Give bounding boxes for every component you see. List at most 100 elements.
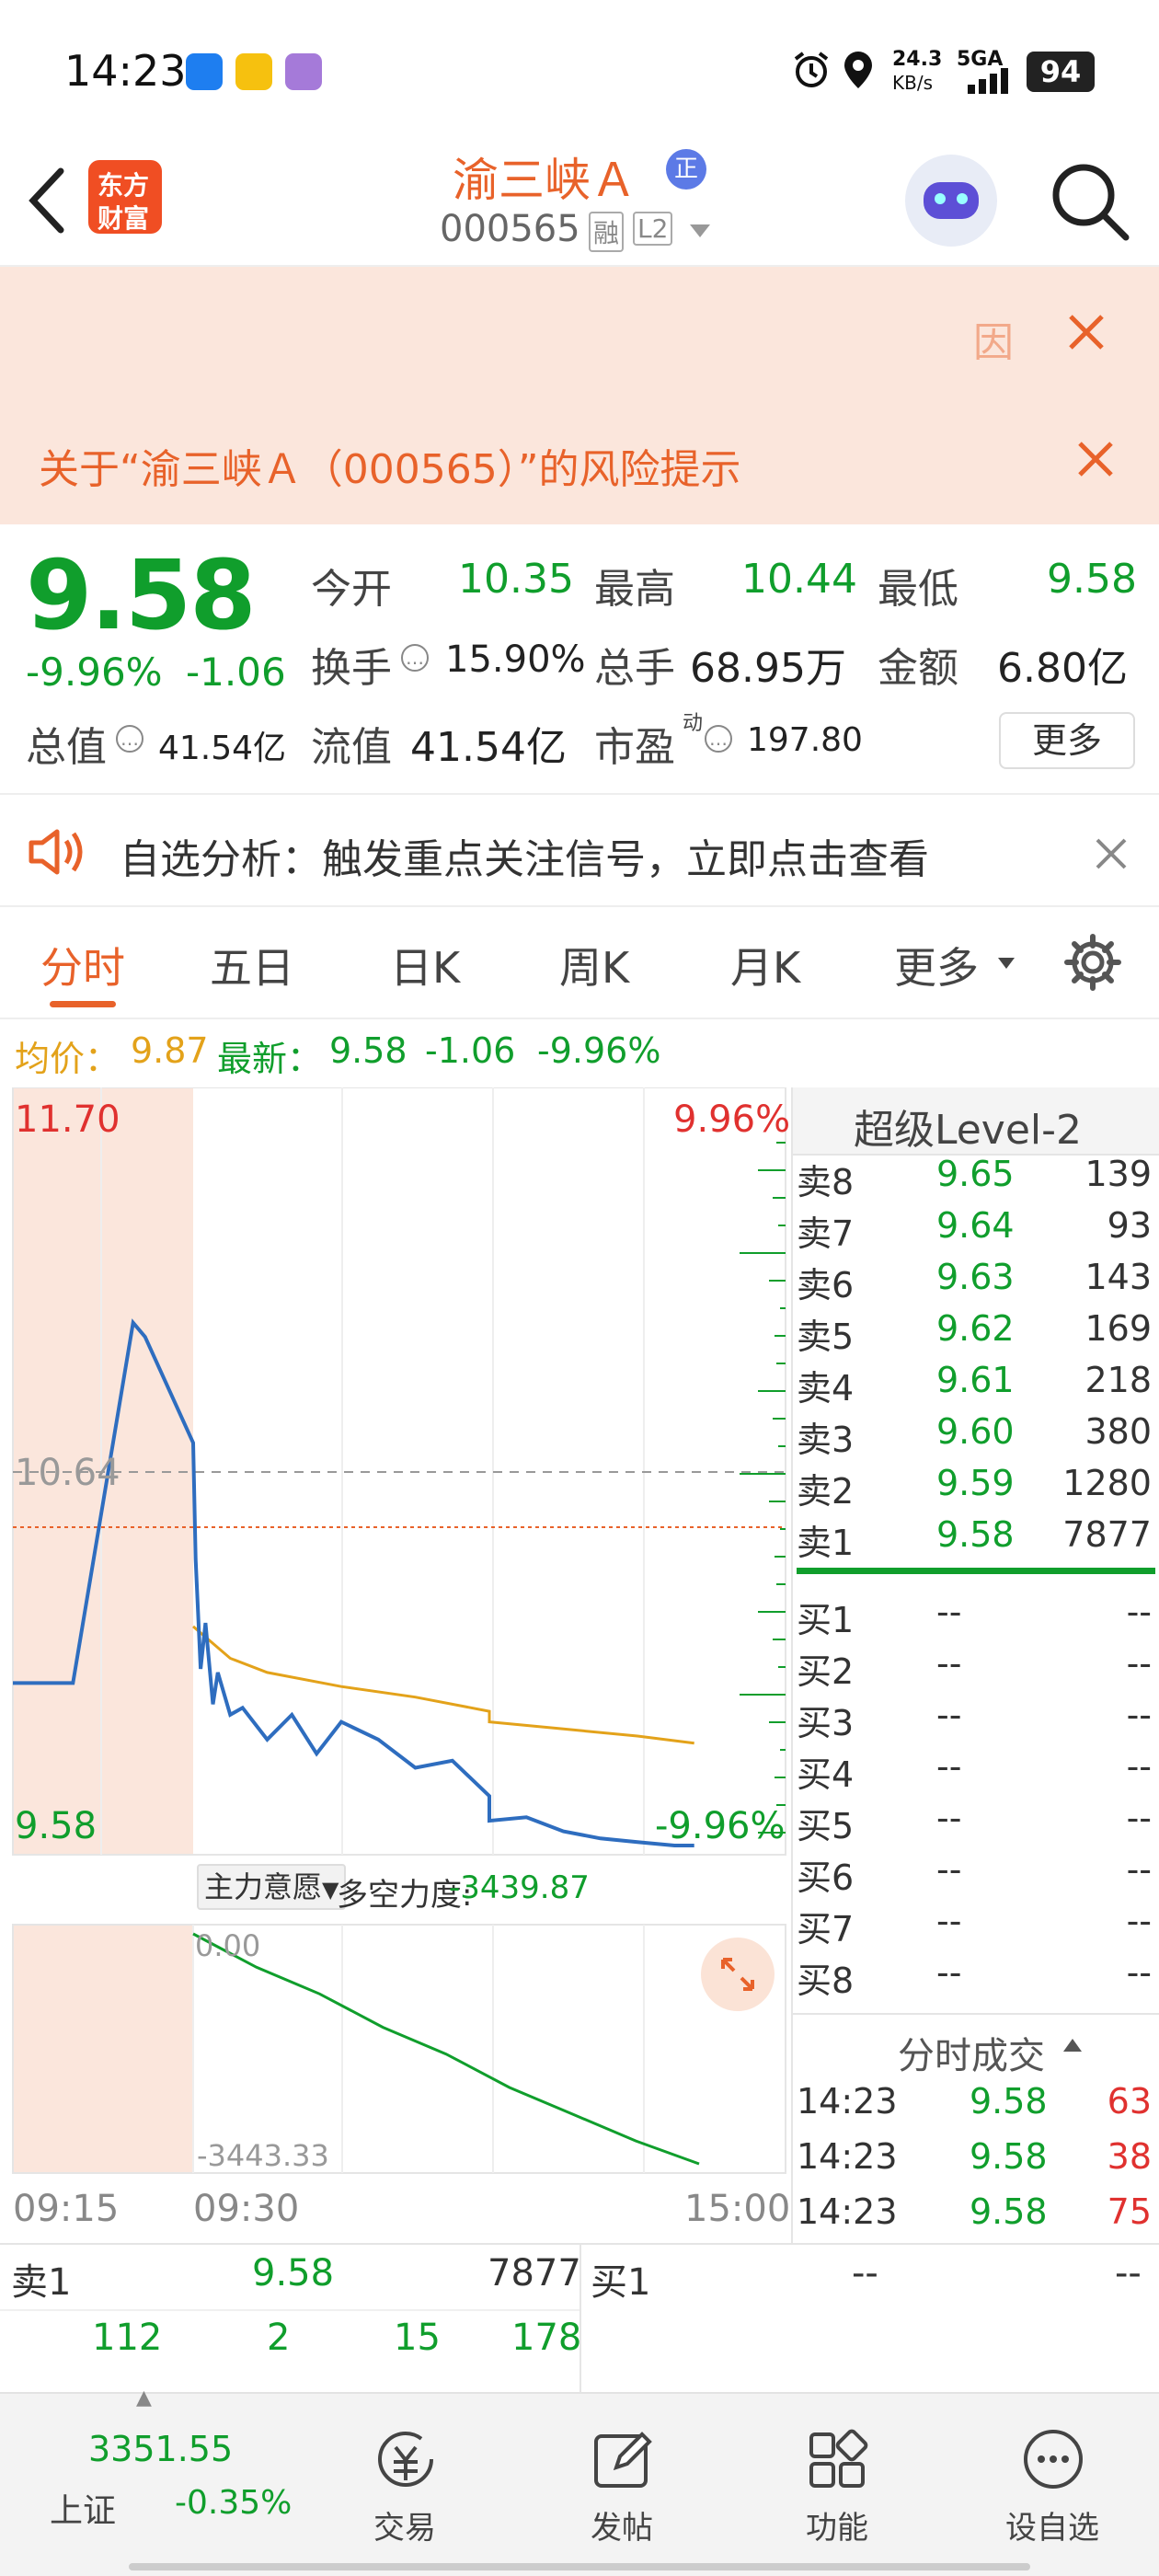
trades-title[interactable]: 分时成交 — [898, 2026, 1045, 2079]
scrolling-notice[interactable]: 因 — [973, 309, 1014, 368]
ask-row[interactable]: 卖6 9.63 143 — [795, 1257, 1159, 1308]
indicator-name: 主力意愿 — [204, 1869, 323, 1904]
trade-time: 14:23 — [797, 2191, 898, 2232]
bid-row[interactable]: 买6 -- -- — [795, 1849, 1159, 1901]
ask-row[interactable]: 卖8 9.65 139 — [795, 1154, 1159, 1205]
search-icon[interactable] — [1049, 160, 1131, 243]
info-icon[interactable]: … — [705, 725, 732, 753]
eastmoney-logo[interactable]: 东方 财富 — [88, 160, 162, 234]
low-label: 最低 — [878, 566, 958, 613]
app-notification-icon — [285, 53, 322, 90]
app-notification-icon — [186, 53, 223, 90]
gear-icon[interactable] — [1063, 933, 1122, 992]
close-icon[interactable] — [1076, 440, 1115, 478]
ask-row[interactable]: 卖2 9.59 1280 — [795, 1463, 1159, 1514]
amount-value: 6.80亿 — [997, 645, 1128, 692]
orderbook-level-label: 卖8 — [797, 1162, 855, 1202]
bid-row[interactable]: 买7 -- -- — [795, 1901, 1159, 1952]
queue-buy-volume: -- — [1115, 2252, 1142, 2294]
current-price: 9.58 — [26, 539, 257, 651]
functions-button[interactable]: 功能 — [745, 2394, 929, 2576]
orderbook-price: 9.59 — [936, 1463, 1015, 1503]
bid-row[interactable]: 买3 -- -- — [795, 1695, 1159, 1746]
trade-time: 14:23 — [797, 2136, 898, 2177]
orderbook-level-label: 买6 — [797, 1857, 855, 1898]
sort-up-icon[interactable] — [1061, 2037, 1084, 2053]
intraday-chart-area[interactable]: BBBBBB 11.70 9.96% 10.64 9.58 -9.96% 主力意… — [0, 1087, 791, 2245]
change-percent: -9.96% — [26, 650, 163, 695]
ask-row[interactable]: 卖1 9.58 7877 — [795, 1514, 1159, 1566]
tab-weekly-k[interactable]: 周K — [559, 935, 629, 995]
bid-row[interactable]: 买1 -- -- — [795, 1592, 1159, 1643]
pe-label: 市盈 — [594, 724, 675, 771]
open-value: 10.35 — [458, 556, 574, 603]
float-cap-value: 41.54亿 — [410, 724, 567, 771]
bid-row[interactable]: 买8 -- -- — [795, 1952, 1159, 2004]
trade-row: 14:23 9.58 38 — [795, 2136, 1159, 2188]
ask-row[interactable]: 卖5 9.62 169 — [795, 1308, 1159, 1360]
close-icon[interactable] — [1067, 313, 1106, 351]
orderbook-level-label: 买3 — [797, 1703, 855, 1743]
index-name: 上证 — [50, 2492, 117, 2530]
gesture-bar — [129, 2563, 1030, 2570]
index-value: 3351.55 — [88, 2429, 234, 2469]
high-label: 最高 — [594, 566, 675, 613]
close-icon[interactable] — [1095, 837, 1128, 870]
orderbook-price: 9.63 — [936, 1257, 1015, 1297]
market-cap-value: 41.54亿 — [158, 730, 287, 767]
robot-assistant-avatar[interactable] — [905, 155, 997, 247]
orderbook-volume: 7877 — [1062, 1514, 1152, 1555]
tab-daily-k[interactable]: 日K — [390, 935, 460, 995]
orderbook-volume: -- — [1126, 1849, 1152, 1890]
dropdown-icon[interactable] — [688, 223, 712, 239]
active-tab-indicator — [50, 1001, 116, 1007]
orderbook-price: -- — [936, 1952, 962, 1993]
index-ticker[interactable]: ▲ 3351.55 上证 -0.35% — [0, 2386, 331, 2576]
orderbook-volume: -- — [1126, 1952, 1152, 1993]
info-icon[interactable]: … — [116, 725, 143, 753]
bid-row[interactable]: 买2 -- -- — [795, 1643, 1159, 1695]
indicator-selector[interactable]: 主力意愿▼ — [197, 1864, 347, 1910]
ask-row[interactable]: 卖7 9.64 93 — [795, 1205, 1159, 1257]
orderbook-price: 9.58 — [936, 1514, 1015, 1555]
ask-row[interactable]: 卖4 9.61 218 — [795, 1360, 1159, 1411]
queue-buy-price: -- — [852, 2252, 878, 2294]
tab-five-day[interactable]: 五日 — [210, 935, 294, 995]
tab-monthly-k[interactable]: 月K — [730, 935, 800, 995]
meituan-notification-icon — [235, 53, 272, 90]
expand-chart-button[interactable] — [701, 1938, 775, 2011]
orderbook-volume: -- — [1126, 1695, 1152, 1735]
ask-row[interactable]: 卖3 9.60 380 — [795, 1411, 1159, 1463]
orderbook-level-label: 卖5 — [797, 1317, 855, 1357]
risk-notice[interactable]: 关于“渝三峡Ａ（000565）”的风险提示 — [39, 436, 741, 495]
queue-order: 2 — [267, 2317, 291, 2359]
latest-price-value: 9.58 — [329, 1030, 407, 1071]
signal-banner[interactable]: 自选分析：触发重点关注信号，立即点击查看 — [0, 793, 1159, 907]
time-axis-end: 15:00 — [684, 2188, 791, 2230]
post-button[interactable]: 发帖 — [530, 2394, 714, 2576]
tab-more[interactable]: 更多 — [894, 935, 979, 995]
divider — [793, 2013, 1159, 2015]
add-watchlist-button[interactable]: 设自选 — [960, 2394, 1144, 2576]
trade-volume: 63 — [1107, 2081, 1152, 2122]
float-cap-label: 流值 — [311, 724, 392, 771]
bid-row[interactable]: 买5 -- -- — [795, 1798, 1159, 1849]
queue-sell-label: 卖1 — [11, 2261, 72, 2304]
orderbook-level-label: 买1 — [797, 1600, 855, 1640]
high-value: 10.44 — [741, 556, 857, 603]
back-icon[interactable] — [24, 166, 70, 236]
change-value: -1.06 — [186, 650, 286, 695]
tab-intraday[interactable]: 分时 — [40, 935, 125, 995]
latest-price-label: 最新： — [217, 1039, 323, 1079]
stock-code: 000565 — [440, 208, 580, 250]
more-quote-button[interactable]: 更多 — [999, 712, 1135, 769]
chart-legend-line: 均价： 9.87 最新： 9.58 -1.06 -9.96% — [0, 1021, 1159, 1089]
trade-button[interactable]: 交易 — [313, 2394, 497, 2576]
level2-header[interactable]: 超级Level-2 — [793, 1087, 1159, 1156]
bid-row[interactable]: 买4 -- -- — [795, 1746, 1159, 1798]
time-axis-start: 09:15 — [13, 2188, 120, 2230]
info-icon[interactable]: … — [401, 644, 429, 672]
orderbook-level-label: 卖2 — [797, 1471, 855, 1512]
level2-title: 超级Level-2 — [854, 1107, 1083, 1154]
period-tabs: 分时 五日 日K 周K 月K 更多 — [0, 909, 1159, 1019]
